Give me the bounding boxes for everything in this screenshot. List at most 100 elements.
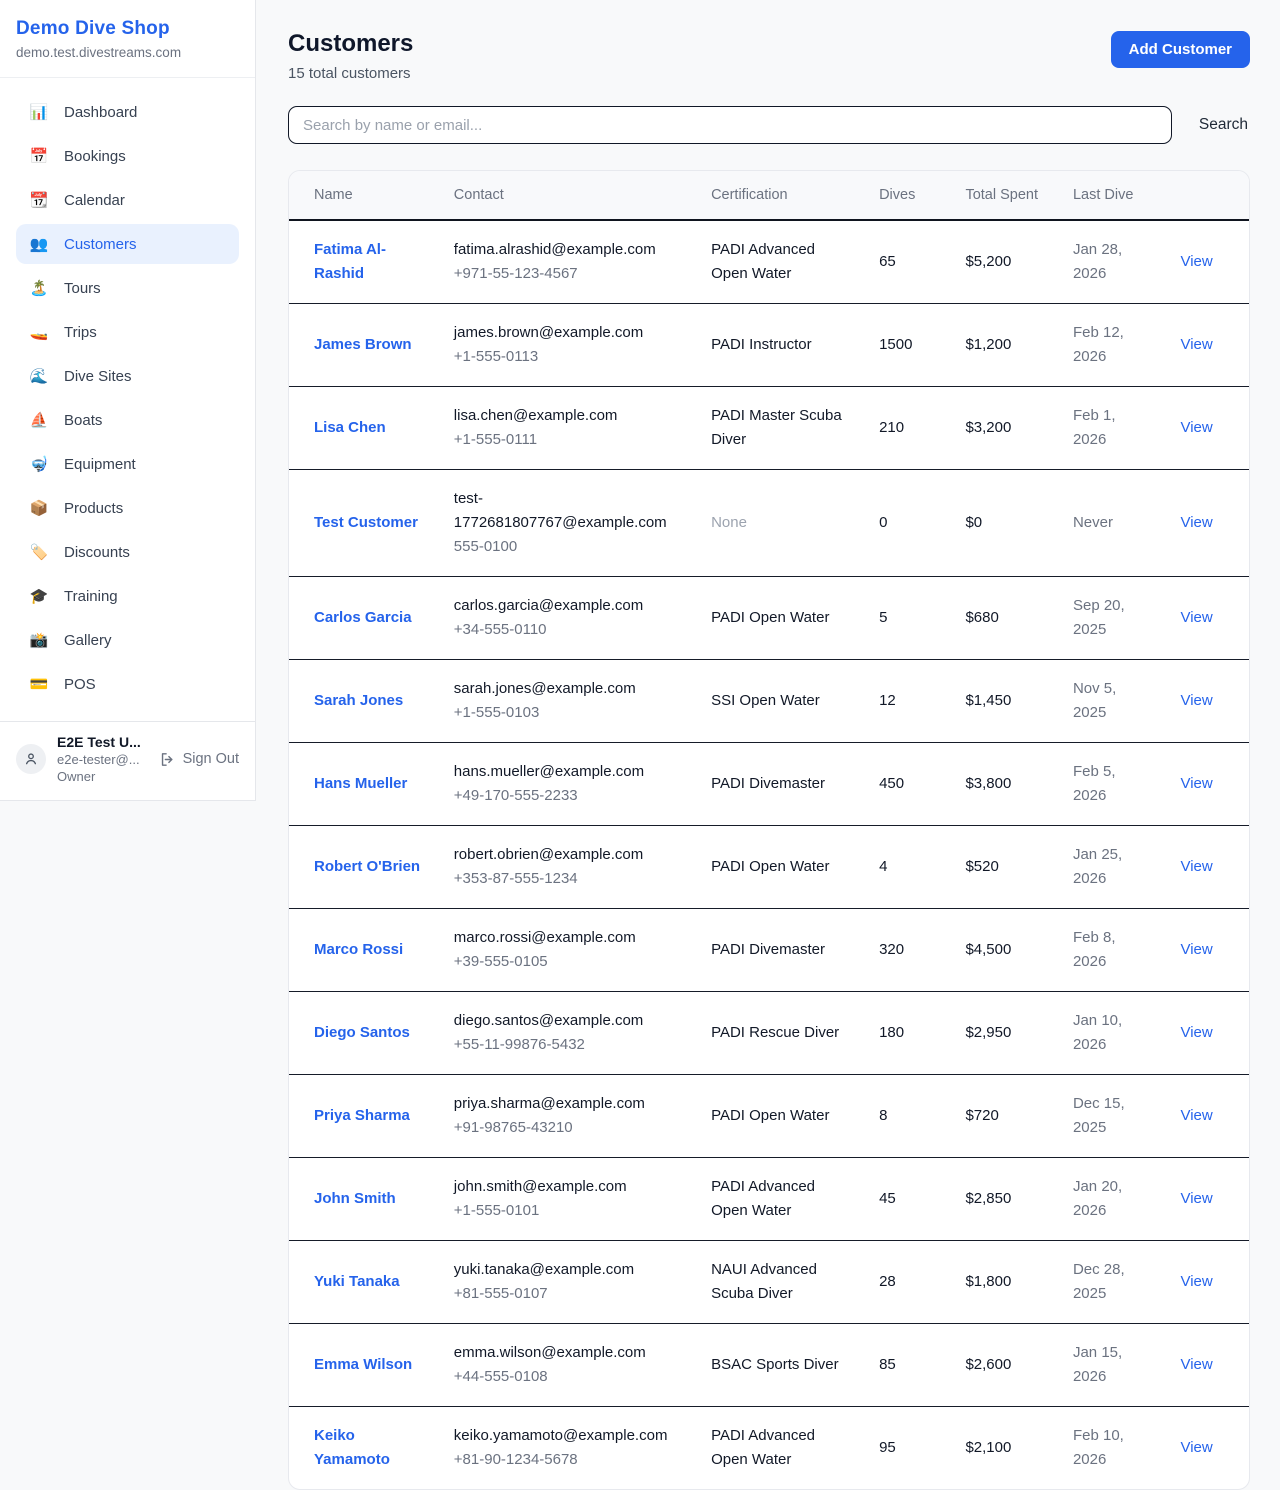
sidebar-item-bookings[interactable]: 📅 Bookings <box>16 136 239 176</box>
customer-name-link[interactable]: Keiko Yamamoto <box>314 1427 390 1468</box>
total-spent: $0 <box>949 470 1057 577</box>
customers-table: Name Contact Certification Dives Total S… <box>289 171 1249 1489</box>
customer-phone: +49-170-555-2233 <box>454 784 679 808</box>
customer-email: priya.sharma@example.com <box>454 1092 679 1116</box>
customer-name-link[interactable]: Test Customer <box>314 514 418 531</box>
dives-count: 4 <box>863 826 949 909</box>
customer-name-link[interactable]: Diego Santos <box>314 1024 410 1041</box>
logout-icon <box>159 751 176 768</box>
customer-email: robert.obrien@example.com <box>454 843 679 867</box>
customer-name-link[interactable]: Priya Sharma <box>314 1107 410 1124</box>
total-spent: $5,200 <box>949 220 1057 304</box>
customer-name-link[interactable]: Fatima Al-Rashid <box>314 241 386 282</box>
table-row: Robert O'Brien robert.obrien@example.com… <box>289 826 1249 909</box>
col-header-last-dive: Last Dive <box>1057 171 1165 220</box>
view-link[interactable]: View <box>1180 336 1212 353</box>
search-row: Search <box>288 106 1250 144</box>
add-customer-button[interactable]: Add Customer <box>1111 31 1250 68</box>
customer-name-link[interactable]: John Smith <box>314 1190 396 1207</box>
view-link[interactable]: View <box>1180 1024 1212 1041</box>
dashboard-icon: 📊 <box>29 103 49 121</box>
sidebar-item-equipment[interactable]: 🤿 Equipment <box>16 444 239 484</box>
table-row: Priya Sharma priya.sharma@example.com +9… <box>289 1075 1249 1158</box>
sidebar-item-dashboard[interactable]: 📊 Dashboard <box>16 92 239 132</box>
search-button[interactable]: Search <box>1197 116 1250 134</box>
sidebar-item-products[interactable]: 📦 Products <box>16 488 239 528</box>
customer-name-link[interactable]: Marco Rossi <box>314 941 403 958</box>
sidebar-item-calendar[interactable]: 📆 Calendar <box>16 180 239 220</box>
view-link[interactable]: View <box>1180 941 1212 958</box>
dive-sites-icon: 🌊 <box>29 367 49 385</box>
view-link[interactable]: View <box>1180 253 1212 270</box>
sidebar-item-label: Training <box>64 588 118 605</box>
sidebar-item-customers[interactable]: 👥 Customers <box>16 224 239 264</box>
last-dive-date: Sep 20, 2025 <box>1057 577 1165 660</box>
certification: PADI Open Water <box>711 609 829 626</box>
view-link[interactable]: View <box>1180 858 1212 875</box>
view-link[interactable]: View <box>1180 1107 1212 1124</box>
sign-out-button[interactable]: Sign Out <box>159 751 239 768</box>
table-row: Sarah Jones sarah.jones@example.com +1-5… <box>289 660 1249 743</box>
sidebar-item-discounts[interactable]: 🏷️ Discounts <box>16 532 239 572</box>
view-link[interactable]: View <box>1180 1439 1212 1456</box>
last-dive-date: Feb 10, 2026 <box>1057 1407 1165 1490</box>
col-header-dives: Dives <box>863 171 949 220</box>
customer-name-link[interactable]: Carlos Garcia <box>314 609 412 626</box>
view-link[interactable]: View <box>1180 1190 1212 1207</box>
col-header-name: Name <box>289 171 438 220</box>
sidebar-item-gallery[interactable]: 📸 Gallery <box>16 620 239 660</box>
sidebar-item-tours[interactable]: 🏝️ Tours <box>16 268 239 308</box>
certification: PADI Open Water <box>711 858 829 875</box>
sidebar-item-trips[interactable]: 🚤 Trips <box>16 312 239 352</box>
sidebar-item-boats[interactable]: ⛵ Boats <box>16 400 239 440</box>
col-header-contact: Contact <box>438 171 695 220</box>
products-icon: 📦 <box>29 499 49 517</box>
customer-phone: 555-0100 <box>454 535 679 559</box>
customer-name-link[interactable]: Emma Wilson <box>314 1356 412 1373</box>
sidebar-item-label: Gallery <box>64 632 112 649</box>
sidebar-item-label: Discounts <box>64 544 130 561</box>
customer-phone: +353-87-555-1234 <box>454 867 679 891</box>
col-header-total-spent: Total Spent <box>949 171 1057 220</box>
total-spent: $4,500 <box>949 909 1057 992</box>
total-spent: $3,200 <box>949 387 1057 470</box>
sidebar-item-label: Trips <box>64 324 97 341</box>
view-link[interactable]: View <box>1180 1356 1212 1373</box>
sidebar-item-dive-sites[interactable]: 🌊 Dive Sites <box>16 356 239 396</box>
customer-email: marco.rossi@example.com <box>454 926 679 950</box>
view-link[interactable]: View <box>1180 514 1212 531</box>
last-dive-date: Jan 15, 2026 <box>1057 1324 1165 1407</box>
certification: BSAC Sports Diver <box>711 1356 839 1373</box>
sidebar-item-training[interactable]: 🎓 Training <box>16 576 239 616</box>
sidebar-item-pos[interactable]: 💳 POS <box>16 664 239 704</box>
sidebar-item-label: Bookings <box>64 148 126 165</box>
search-input[interactable] <box>288 106 1172 144</box>
customer-name-link[interactable]: Hans Mueller <box>314 775 407 792</box>
customer-name-link[interactable]: Robert O'Brien <box>314 858 420 875</box>
customer-email: emma.wilson@example.com <box>454 1341 679 1365</box>
view-link[interactable]: View <box>1180 1273 1212 1290</box>
total-spent: $2,100 <box>949 1407 1057 1490</box>
customer-phone: +81-555-0107 <box>454 1282 679 1306</box>
table-row: John Smith john.smith@example.com +1-555… <box>289 1158 1249 1241</box>
customer-name-link[interactable]: James Brown <box>314 336 412 353</box>
sidebar-item-label: Calendar <box>64 192 125 209</box>
view-link[interactable]: View <box>1180 609 1212 626</box>
view-link[interactable]: View <box>1180 775 1212 792</box>
user-name: E2E Test U... <box>57 734 141 750</box>
view-link[interactable]: View <box>1180 419 1212 436</box>
shop-domain: demo.test.divestreams.com <box>16 45 239 60</box>
customer-name-link[interactable]: Sarah Jones <box>314 692 403 709</box>
customer-name-link[interactable]: Yuki Tanaka <box>314 1273 400 1290</box>
sidebar-item-label: Customers <box>64 236 137 253</box>
customer-phone: +55-11-99876-5432 <box>454 1033 679 1057</box>
user-role: Owner <box>57 769 141 784</box>
customer-email: carlos.garcia@example.com <box>454 594 679 618</box>
customer-name-link[interactable]: Lisa Chen <box>314 419 386 436</box>
total-spent: $680 <box>949 577 1057 660</box>
boats-icon: ⛵ <box>29 411 49 429</box>
customer-email: lisa.chen@example.com <box>454 404 679 428</box>
trips-icon: 🚤 <box>29 323 49 341</box>
view-link[interactable]: View <box>1180 692 1212 709</box>
user-email: e2e-tester@... <box>57 752 141 767</box>
